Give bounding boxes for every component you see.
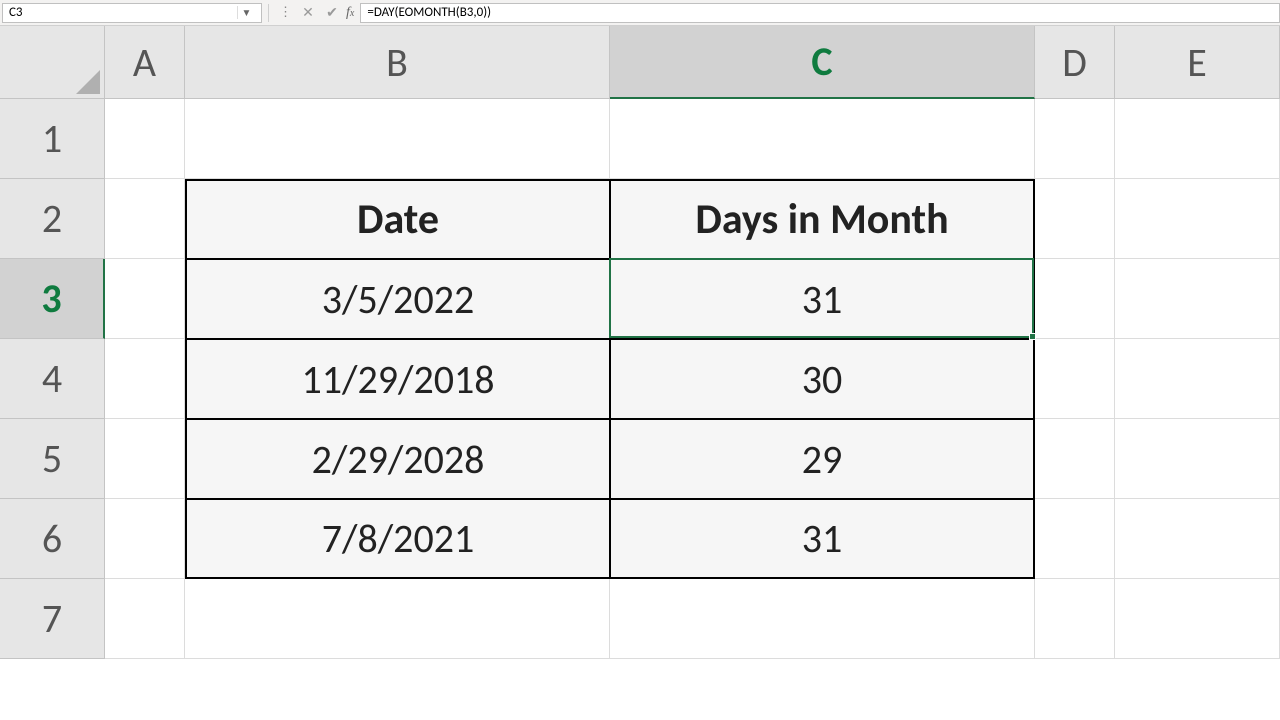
- cell-D2[interactable]: [1035, 179, 1115, 259]
- formula-text: =DAY(EOMONTH(B3,0)): [367, 5, 491, 20]
- enter-formula-icon[interactable]: ✔: [320, 3, 344, 23]
- select-all-corner[interactable]: [0, 26, 105, 99]
- cell-E1[interactable]: [1115, 99, 1280, 179]
- formula-bar-options-icon[interactable]: ⋮: [275, 5, 296, 20]
- cell-E7[interactable]: [1115, 579, 1280, 659]
- cell-D5[interactable]: [1035, 419, 1115, 499]
- cell-A6[interactable]: [105, 499, 185, 579]
- col-header-A[interactable]: A: [105, 26, 185, 99]
- name-box-dropdown-icon[interactable]: ▼: [237, 6, 255, 19]
- row-header-2[interactable]: 2: [0, 179, 105, 259]
- insert-function-icon[interactable]: fx: [344, 5, 360, 21]
- cell-B2[interactable]: Date: [185, 179, 610, 259]
- cell-D4[interactable]: [1035, 339, 1115, 419]
- cell-E5[interactable]: [1115, 419, 1280, 499]
- cell-A1[interactable]: [105, 99, 185, 179]
- cancel-formula-icon[interactable]: ✕: [296, 3, 320, 23]
- cell-C6[interactable]: 31: [610, 499, 1035, 579]
- row-header-1[interactable]: 1: [0, 99, 105, 179]
- cell-A2[interactable]: [105, 179, 185, 259]
- cell-D1[interactable]: [1035, 99, 1115, 179]
- cell-E2[interactable]: [1115, 179, 1280, 259]
- row-header-6[interactable]: 6: [0, 499, 105, 579]
- col-header-E[interactable]: E: [1115, 26, 1280, 99]
- row-header-7[interactable]: 7: [0, 579, 105, 659]
- cell-B7[interactable]: [185, 579, 610, 659]
- cell-C2[interactable]: Days in Month: [610, 179, 1035, 259]
- cell-B3[interactable]: 3/5/2022: [185, 259, 610, 339]
- cell-A3[interactable]: [105, 259, 185, 339]
- cell-C5[interactable]: 29: [610, 419, 1035, 499]
- cell-B4[interactable]: 11/29/2018: [185, 339, 610, 419]
- name-box[interactable]: C3 ▼: [2, 3, 262, 23]
- separator: [268, 4, 269, 22]
- cell-D6[interactable]: [1035, 499, 1115, 579]
- col-header-B[interactable]: B: [185, 26, 610, 99]
- cell-A4[interactable]: [105, 339, 185, 419]
- cell-A5[interactable]: [105, 419, 185, 499]
- cell-C3[interactable]: 31: [610, 259, 1035, 339]
- spreadsheet-grid[interactable]: A B C D E 1 2 Date Days in Month 3 3/5/2…: [0, 26, 1280, 659]
- col-header-C[interactable]: C: [610, 26, 1035, 99]
- cell-C1[interactable]: [610, 99, 1035, 179]
- name-box-value: C3: [9, 5, 23, 20]
- cell-D3[interactable]: [1035, 259, 1115, 339]
- cell-B5[interactable]: 2/29/2028: [185, 419, 610, 499]
- cell-B1[interactable]: [185, 99, 610, 179]
- row-header-5[interactable]: 5: [0, 419, 105, 499]
- cell-C7[interactable]: [610, 579, 1035, 659]
- cell-E6[interactable]: [1115, 499, 1280, 579]
- formula-bar: C3 ▼ ⋮ ✕ ✔ fx =DAY(EOMONTH(B3,0)): [0, 0, 1280, 26]
- cell-A7[interactable]: [105, 579, 185, 659]
- formula-input[interactable]: =DAY(EOMONTH(B3,0)): [360, 3, 1280, 23]
- col-header-D[interactable]: D: [1035, 26, 1115, 99]
- row-header-4[interactable]: 4: [0, 339, 105, 419]
- cell-B6[interactable]: 7/8/2021: [185, 499, 610, 579]
- cell-E3[interactable]: [1115, 259, 1280, 339]
- cell-D7[interactable]: [1035, 579, 1115, 659]
- cell-E4[interactable]: [1115, 339, 1280, 419]
- row-header-3[interactable]: 3: [0, 259, 105, 339]
- cell-C4[interactable]: 30: [610, 339, 1035, 419]
